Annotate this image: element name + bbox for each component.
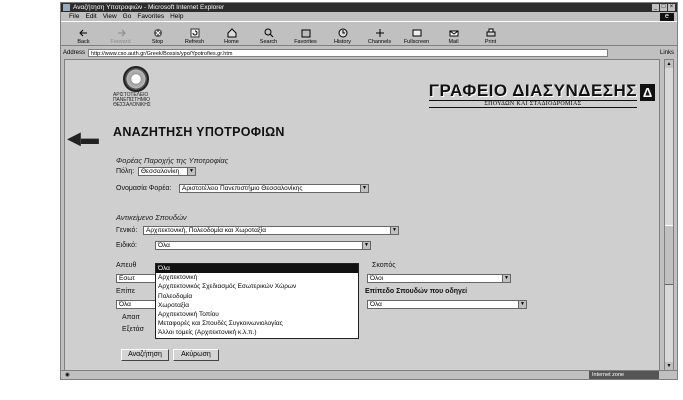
office-subtitle: ΣΠΟΥΔΩΝ ΚΑΙ ΣΤΑΔΙΟΔΡΟΜΙΑΣ [428, 100, 637, 108]
security-zone: Internet zone [589, 371, 659, 379]
degree-level-label: Επίπεδο Σπουδών που οδηγεί [365, 288, 468, 295]
forward-arrow-icon [117, 29, 126, 37]
general-field-select[interactable]: Αρχιτεκτονική, Πολεοδομία και Χωροταξία ▼ [143, 226, 399, 235]
address-input[interactable]: http://www.cso.auth.gr/Greek/Bossis/ypo/… [88, 48, 609, 57]
menu-edit[interactable]: Edit [85, 12, 96, 21]
refresh-button[interactable]: Refresh [176, 22, 213, 45]
university-name: ΑΡΙΣΤΟΤΕΛΕΙΟ ΠΑΝΕΠΙΣΤΗΜΙΟ ΘΕΣΣΑΛΟΝΙΚΗΣ [113, 92, 151, 108]
chevron-down-icon: ▼ [502, 275, 510, 282]
purpose-select[interactable]: Όλοι ▼ [367, 274, 511, 283]
links-button[interactable]: Links [660, 50, 674, 56]
provider-section-title: Φορέας Παροχής της Υποτροφίας [116, 156, 229, 165]
browser-window: Αναζήτηση Υποτροφιών - Microsoft Interne… [60, 2, 678, 380]
chevron-down-icon: ▼ [187, 168, 195, 175]
dropdown-option[interactable]: Άλλοι τομείς (Αρχιτεκτονική κ.λ.π.) [156, 328, 358, 337]
toolbar: Back Forward Stop Refresh Home Search Fa… [61, 21, 677, 46]
channels-button[interactable]: Channels [361, 22, 398, 45]
level-select[interactable]: Όλα [116, 300, 156, 309]
window-title: Αναζήτηση Υποτροφιών - Microsoft Interne… [73, 4, 225, 11]
office-logo-icon: Δ [640, 84, 655, 101]
chevron-down-icon: ▼ [518, 301, 526, 308]
scroll-down-icon[interactable]: ▼ [665, 362, 673, 370]
status-bar: ◉ Internet zone [61, 370, 677, 379]
back-nav-arrow-icon[interactable]: ◀▬ [67, 128, 99, 149]
stop-icon [153, 29, 162, 37]
provider-name-select[interactable]: Αριστοτέλειο Πανεπιστήμιο Θεσσαλονίκης ▼ [179, 184, 369, 193]
back-arrow-icon [78, 29, 87, 37]
exams-label: Εξετάσ [122, 326, 144, 333]
address-bar: Address http://www.cso.auth.gr/Greek/Bos… [61, 47, 677, 58]
address-label: Address [63, 49, 86, 56]
degree-level-select[interactable]: Όλα ▼ [367, 300, 527, 309]
dropdown-option[interactable]: Μεταφορές και Σπουδές Συγκοινωνιολογίας [156, 319, 358, 328]
page-title: ΑΝΑΖΗΤΗΣΗ ΥΠΟΤΡΟΦΙΩΝ [113, 125, 285, 139]
dropdown-option[interactable]: Πολεοδομία [156, 292, 358, 301]
menu-go[interactable]: Go [123, 12, 132, 21]
search-submit-button[interactable]: Αναζήτηση [121, 349, 169, 361]
forward-button[interactable]: Forward [102, 22, 139, 45]
university-logo: ΑΡΙΣΤΟΤΕΛΕΙΟ ΠΑΝΕΠΙΣΤΗΜΙΟ ΘΕΣΣΑΛΟΝΙΚΗΣ [113, 66, 163, 108]
fullscreen-button[interactable]: Fullscreen [398, 22, 435, 45]
history-button[interactable]: History [324, 22, 361, 45]
menu-favorites[interactable]: Favorites [137, 12, 164, 21]
university-seal-icon [123, 66, 149, 92]
level-label: Επίπε [116, 288, 136, 295]
mail-button[interactable]: Mail [435, 22, 472, 45]
favorites-icon [301, 29, 310, 38]
print-icon [486, 28, 495, 37]
page-status-icon: ◉ [65, 372, 70, 378]
chevron-down-icon: ▼ [362, 242, 370, 249]
study-section-title: Αντικείμενο Σπουδών [116, 213, 187, 222]
dropdown-option[interactable]: Αρχιτεκτονική [156, 273, 358, 282]
menu-file[interactable]: File [69, 12, 79, 21]
page-content: ◀▬ ΑΡΙΣΤΟΤΕΛΕΙΟ ΠΑΝΕΠΙΣΤΗΜΙΟ ΘΕΣΣΑΛΟΝΙΚΗ… [64, 59, 660, 371]
targeted-select[interactable]: Εσωτ [116, 274, 156, 283]
dropdown-option[interactable]: Αρχιτεκτονικός Σχεδιασμός Εσωτερικών Χώρ… [156, 282, 358, 291]
menu-help[interactable]: Help [170, 12, 183, 21]
history-icon [338, 28, 347, 38]
chevron-down-icon: ▼ [360, 185, 368, 192]
specific-field-label: Ειδικό: [116, 242, 137, 249]
refresh-icon [190, 28, 199, 38]
mail-icon [449, 30, 458, 37]
channels-icon [375, 29, 384, 37]
scroll-up-icon[interactable]: ▲ [665, 60, 673, 68]
ie-logo-icon: e [660, 13, 674, 21]
menu-view[interactable]: View [103, 12, 117, 21]
purpose-label: Σκοπός [372, 262, 396, 269]
stop-button[interactable]: Stop [139, 22, 176, 45]
dropdown-option[interactable]: Αρχιτεκτονική Τοπίου [156, 310, 358, 319]
ie-app-icon [63, 4, 70, 11]
title-bar: Αναζήτηση Υποτροφιών - Microsoft Interne… [61, 3, 677, 12]
city-select[interactable]: Θεσσαλονίκη ▼ [138, 167, 196, 176]
required-label: Απαιτ [122, 314, 140, 321]
specific-field-dropdown: Όλα Αρχιτεκτονική Αρχιτεκτονικός Σχεδιασ… [155, 263, 359, 339]
menu-bar: File Edit View Go Favorites Help [61, 12, 677, 21]
city-label: Πόλη: [116, 168, 135, 175]
minimize-icon[interactable]: _ [652, 4, 659, 11]
provider-name-label: Ονομασία Φορέα: [116, 185, 172, 192]
search-icon [264, 28, 273, 38]
dropdown-option[interactable]: Όλα [156, 264, 358, 274]
vertical-scrollbar[interactable]: ▲ ▼ [664, 59, 674, 371]
scroll-thumb[interactable] [665, 225, 673, 285]
targeted-label: Απευθ [116, 262, 137, 269]
print-button[interactable]: Print [472, 22, 509, 45]
office-title: ΓΡΑΦΕΙΟ ΔΙΑΣΥΝΔΕΣΗΣ [428, 81, 637, 100]
cancel-button[interactable]: Ακύρωση [173, 349, 219, 361]
general-field-label: Γενικό: [116, 227, 138, 234]
home-icon [227, 28, 236, 38]
back-button[interactable]: Back [65, 22, 102, 45]
specific-field-select[interactable]: Όλα ▼ [155, 241, 371, 250]
chevron-down-icon: ▼ [390, 227, 398, 234]
dropdown-option[interactable]: Χωροταξία [156, 301, 358, 310]
maximize-icon[interactable]: □ [660, 4, 667, 11]
favorites-button[interactable]: Favorites [287, 22, 324, 45]
fullscreen-icon [412, 29, 421, 37]
office-header: ΓΡΑΦΕΙΟ ΔΙΑΣΥΝΔΕΣΗΣ ΣΠΟΥΔΩΝ ΚΑΙ ΣΤΑΔΙΟΔΡ… [428, 81, 655, 108]
close-icon[interactable]: × [668, 4, 675, 11]
search-button[interactable]: Search [250, 22, 287, 45]
home-button[interactable]: Home [213, 22, 250, 45]
